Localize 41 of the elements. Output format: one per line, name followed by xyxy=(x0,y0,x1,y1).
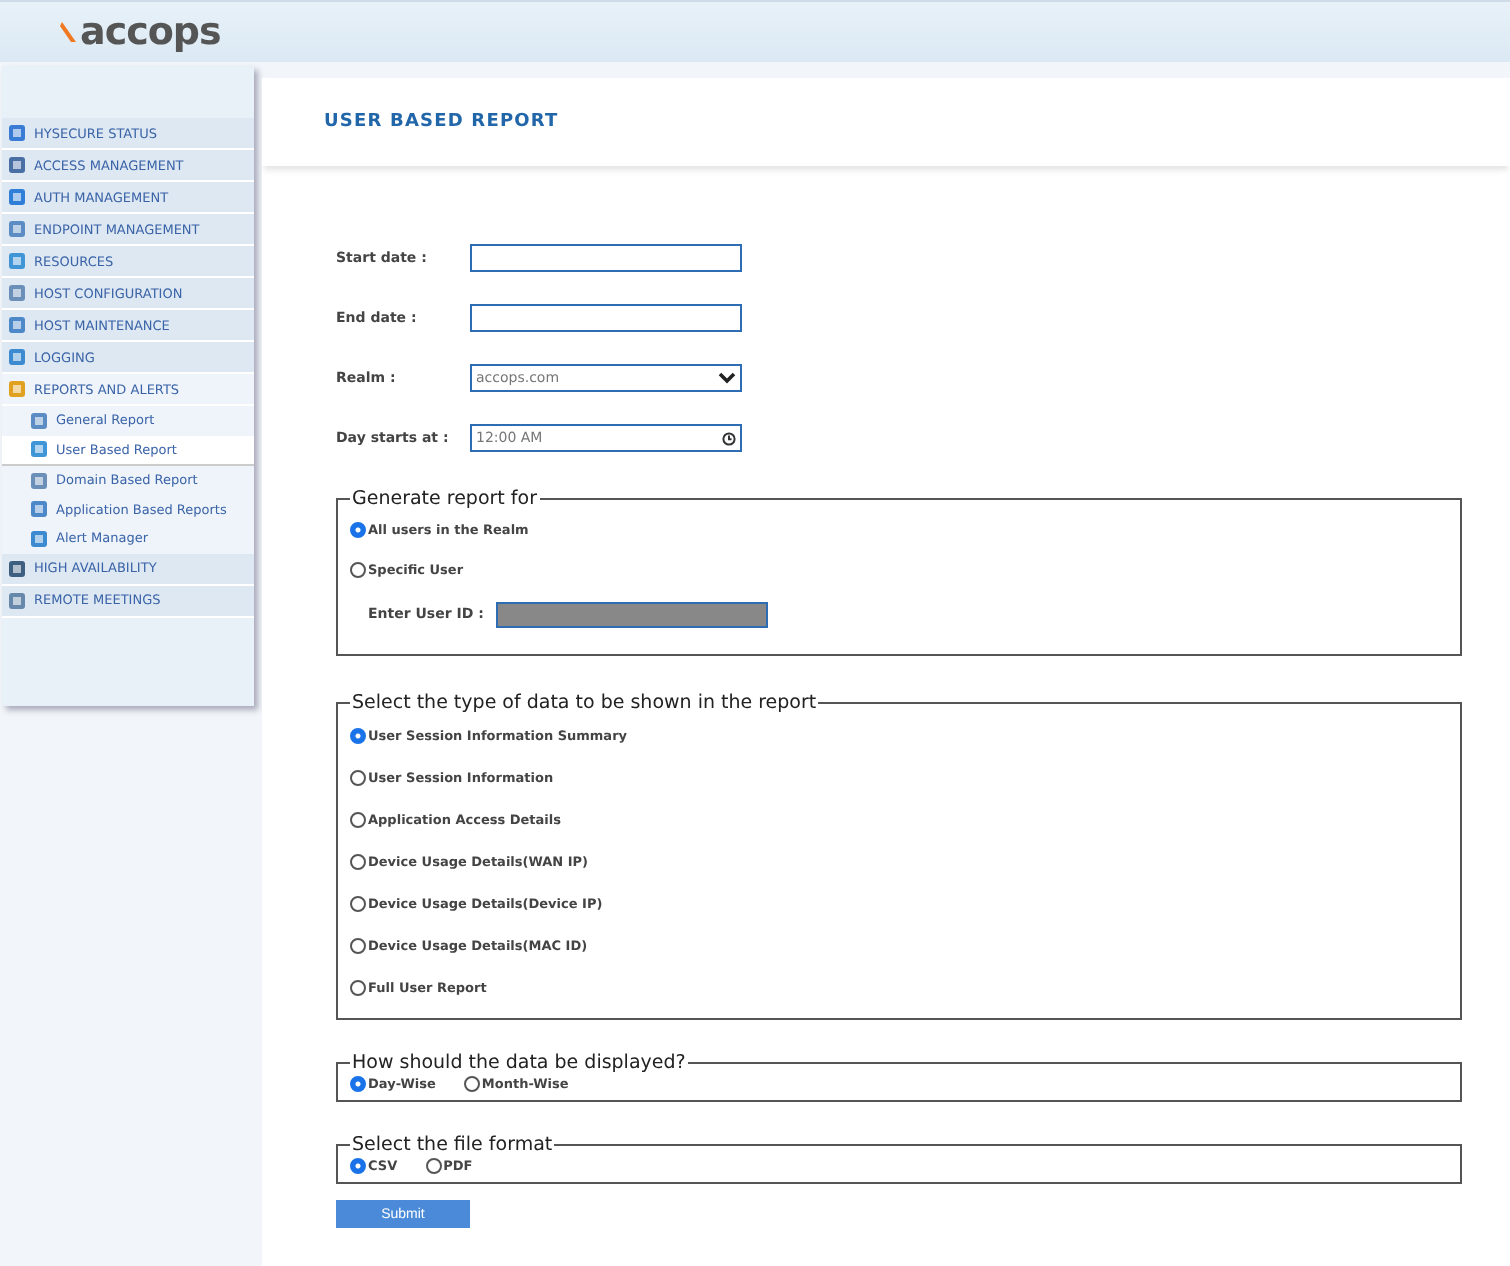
tile-icon xyxy=(8,156,26,174)
tile-icon xyxy=(8,284,26,302)
radio-button[interactable] xyxy=(463,1075,480,1091)
date-field[interactable] xyxy=(470,304,742,332)
tile-icon xyxy=(8,188,26,206)
radio-button[interactable] xyxy=(350,1157,366,1173)
tile-icon xyxy=(8,559,26,577)
logo-mark-icon xyxy=(60,20,78,44)
radio-button[interactable] xyxy=(350,522,366,538)
radio-button[interactable] xyxy=(350,811,366,827)
radio-button[interactable] xyxy=(350,853,366,869)
user-id-field[interactable] xyxy=(496,601,768,627)
tile-icon xyxy=(30,529,48,548)
group-legend: Select the file format xyxy=(350,1134,555,1156)
radio-button[interactable] xyxy=(425,1157,442,1173)
tile-icon xyxy=(8,591,26,609)
date-field[interactable] xyxy=(470,244,742,272)
tile-icon xyxy=(8,316,26,334)
radio-button[interactable] xyxy=(350,562,366,578)
radio-button[interactable] xyxy=(350,727,366,743)
tile-icon xyxy=(8,380,26,398)
tile-icon xyxy=(8,220,26,238)
tile-icon xyxy=(8,124,26,142)
chevron-down-icon xyxy=(718,372,736,384)
radio-button[interactable] xyxy=(350,1075,366,1091)
group-legend: Generate report for xyxy=(350,488,539,510)
radio-button[interactable] xyxy=(350,979,366,995)
clock-icon xyxy=(722,431,736,445)
tile-icon xyxy=(8,252,26,270)
tile-icon xyxy=(30,440,48,459)
tile-icon xyxy=(30,411,48,430)
group-legend: Select the type of data to be shown in the report xyxy=(350,692,819,714)
group-legend: How should the data be displayed? xyxy=(350,1052,688,1074)
page-title: USER BASED REPORT xyxy=(324,112,559,132)
radio-button[interactable] xyxy=(350,769,366,785)
radio-button[interactable] xyxy=(350,937,366,953)
logo: accops xyxy=(60,10,221,54)
tile-icon xyxy=(30,500,48,519)
tile-icon xyxy=(30,471,48,490)
radio-button[interactable] xyxy=(350,895,366,911)
tile-icon xyxy=(8,348,26,366)
